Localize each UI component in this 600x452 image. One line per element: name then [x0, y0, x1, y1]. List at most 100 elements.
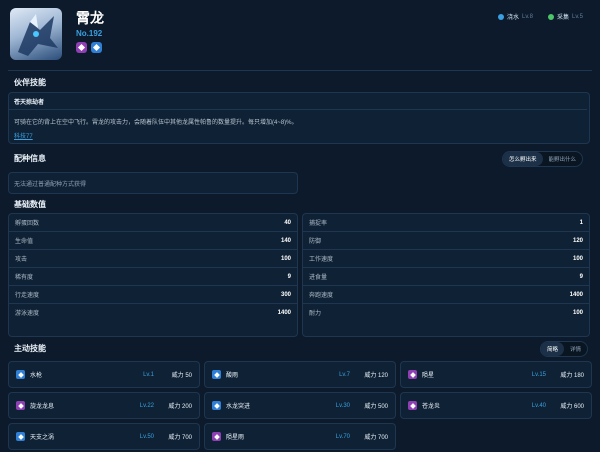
skill-name: 陨星雨 [226, 435, 245, 441]
stat-label: 防御 [309, 239, 322, 245]
stat-row: 奔跑速度 1400 [303, 286, 589, 303]
stat-label: 奔跑速度 [309, 293, 334, 299]
stat-label: 行走速度 [15, 293, 40, 299]
stat-value: 40 [284, 219, 291, 226]
stat-value: 1400 [277, 309, 291, 316]
stat-value: 100 [280, 255, 291, 262]
skill-power: 威力 600 [560, 404, 584, 410]
watering-icon [498, 13, 504, 20]
stat-label: 攻击 [15, 257, 28, 263]
skill-card[interactable]: 陨星 Lv.15 威力 180 [400, 361, 592, 388]
stat-label: 稀有度 [15, 275, 34, 281]
stat-value: 140 [280, 237, 291, 244]
dragon-type-icon [76, 42, 87, 53]
skill-card[interactable]: 天支之涡 Lv.50 威力 700 [8, 423, 200, 450]
stat-value: 9 [579, 273, 583, 280]
skill-name: 旋龙龙息 [30, 404, 55, 410]
stat-value: 9 [287, 273, 291, 280]
stats-left-card: 孵蛋回数 40 生命值 140 攻击 100 稀有度 9 行走速度 300 游泳速度 140… [8, 213, 298, 337]
dragon-type-icon [408, 370, 417, 379]
skill-power: 威力 200 [168, 404, 192, 410]
tab-how-to-breed[interactable]: 怎么孵出来 [503, 152, 543, 166]
stat-row: 捕捉率 1 [303, 214, 589, 231]
skill-card[interactable]: 酸雨 Lv.7 威力 120 [204, 361, 396, 388]
skill-level: Lv.40 [531, 402, 546, 409]
skill-power: 威力 700 [168, 435, 192, 441]
tab-breed-results[interactable]: 能孵出什么 [543, 152, 583, 166]
stat-value: 1400 [569, 291, 583, 298]
skills-view-tabs: 简略 详情 [540, 341, 589, 357]
stat-value: 120 [572, 237, 583, 244]
stat-value: 1 [579, 219, 583, 226]
water-type-icon [16, 370, 25, 379]
gathering-icon [548, 13, 554, 20]
stat-row: 防御 120 [303, 232, 589, 249]
water-type-icon [212, 370, 221, 379]
skill-power: 威力 500 [364, 404, 388, 410]
tab-brief[interactable]: 简略 [541, 342, 565, 356]
stat-label: 工作速度 [309, 257, 334, 263]
work-level: Lv.5 [572, 13, 583, 20]
stat-label: 进食量 [309, 275, 328, 281]
breeding-tabs: 怎么孵出来 能孵出什么 [502, 151, 584, 167]
stat-label: 耐力 [309, 311, 322, 317]
skill-card[interactable]: 旋龙龙息 Lv.22 威力 200 [8, 392, 200, 419]
stat-row: 进食量 9 [303, 268, 589, 285]
skill-card[interactable]: 陨星雨 Lv.70 威力 700 [204, 423, 396, 450]
skill-card[interactable]: 苍龙炎 Lv.40 威力 600 [400, 392, 592, 419]
dragon-type-icon [16, 401, 25, 410]
divider [8, 70, 592, 71]
type-badges [76, 42, 102, 53]
work-suitability-watering: 浇水 Lv.8 [498, 12, 533, 21]
skill-power: 威力 180 [560, 373, 584, 379]
skill-level: Lv.15 [531, 371, 546, 378]
breeding-text: 无法通过普通配种方式获得 [14, 182, 87, 188]
dragon-type-icon [212, 432, 221, 441]
stat-label: 捕捉率 [309, 221, 328, 227]
skill-name: 水枪 [30, 373, 43, 379]
stat-value: 100 [572, 255, 583, 262]
divider [9, 109, 587, 110]
skill-name: 陨星 [422, 373, 435, 379]
stat-value: 100 [572, 309, 583, 316]
work-name: 采集 [557, 15, 570, 21]
skill-power: 威力 120 [364, 373, 388, 379]
partner-tech-link[interactable]: 科技77 [14, 131, 33, 140]
tab-detail[interactable]: 详情 [564, 342, 587, 356]
stats-title: 基础数值 [14, 200, 46, 209]
partner-skill-name: 苍天掠劫者 [14, 100, 45, 106]
stat-row: 游泳速度 1400 [9, 304, 297, 321]
stat-label: 生命值 [15, 239, 34, 245]
partner-skill-description: 可骑在它的背上在空中飞行。霄龙的攻击力，会随着队伍中其他龙属性帕鲁的数量提升。每… [14, 120, 298, 126]
skill-level: Lv.22 [139, 402, 154, 409]
skill-level: Lv.30 [335, 402, 350, 409]
stat-label: 孵蛋回数 [15, 221, 40, 227]
skill-name: 酸雨 [226, 373, 239, 379]
stats-right-card: 捕捉率 1 防御 120 工作速度 100 进食量 9 奔跑速度 1400 耐力 100 [302, 213, 590, 337]
water-type-icon [212, 401, 221, 410]
stat-value: 300 [280, 291, 291, 298]
dragon-type-icon [408, 401, 417, 410]
skill-level: Lv.50 [139, 433, 154, 440]
stat-label: 游泳速度 [15, 311, 40, 317]
skill-card[interactable]: 水龙突进 Lv.30 威力 500 [204, 392, 396, 419]
work-name: 浇水 [507, 15, 520, 21]
breeding-title: 配种信息 [14, 154, 46, 163]
skill-name: 苍龙炎 [422, 404, 441, 410]
stat-row: 稀有度 9 [9, 268, 297, 285]
skill-card[interactable]: 水枪 Lv.1 威力 50 [8, 361, 200, 388]
pal-number: No.192 [76, 29, 103, 38]
partner-skill-title: 伙伴技能 [14, 78, 46, 87]
water-type-icon [91, 42, 102, 53]
skill-power: 威力 700 [364, 435, 388, 441]
skill-level: Lv.7 [339, 371, 350, 378]
work-level: Lv.8 [522, 13, 533, 20]
pal-portrait [10, 8, 62, 60]
skill-power: 威力 50 [171, 373, 192, 379]
skill-level: Lv.1 [143, 371, 154, 378]
stat-row: 攻击 100 [9, 250, 297, 267]
active-skills-title: 主动技能 [14, 344, 46, 353]
skill-name: 水龙突进 [226, 404, 251, 410]
stat-row: 生命值 140 [9, 232, 297, 249]
pal-name: 霄龙 [76, 10, 104, 26]
